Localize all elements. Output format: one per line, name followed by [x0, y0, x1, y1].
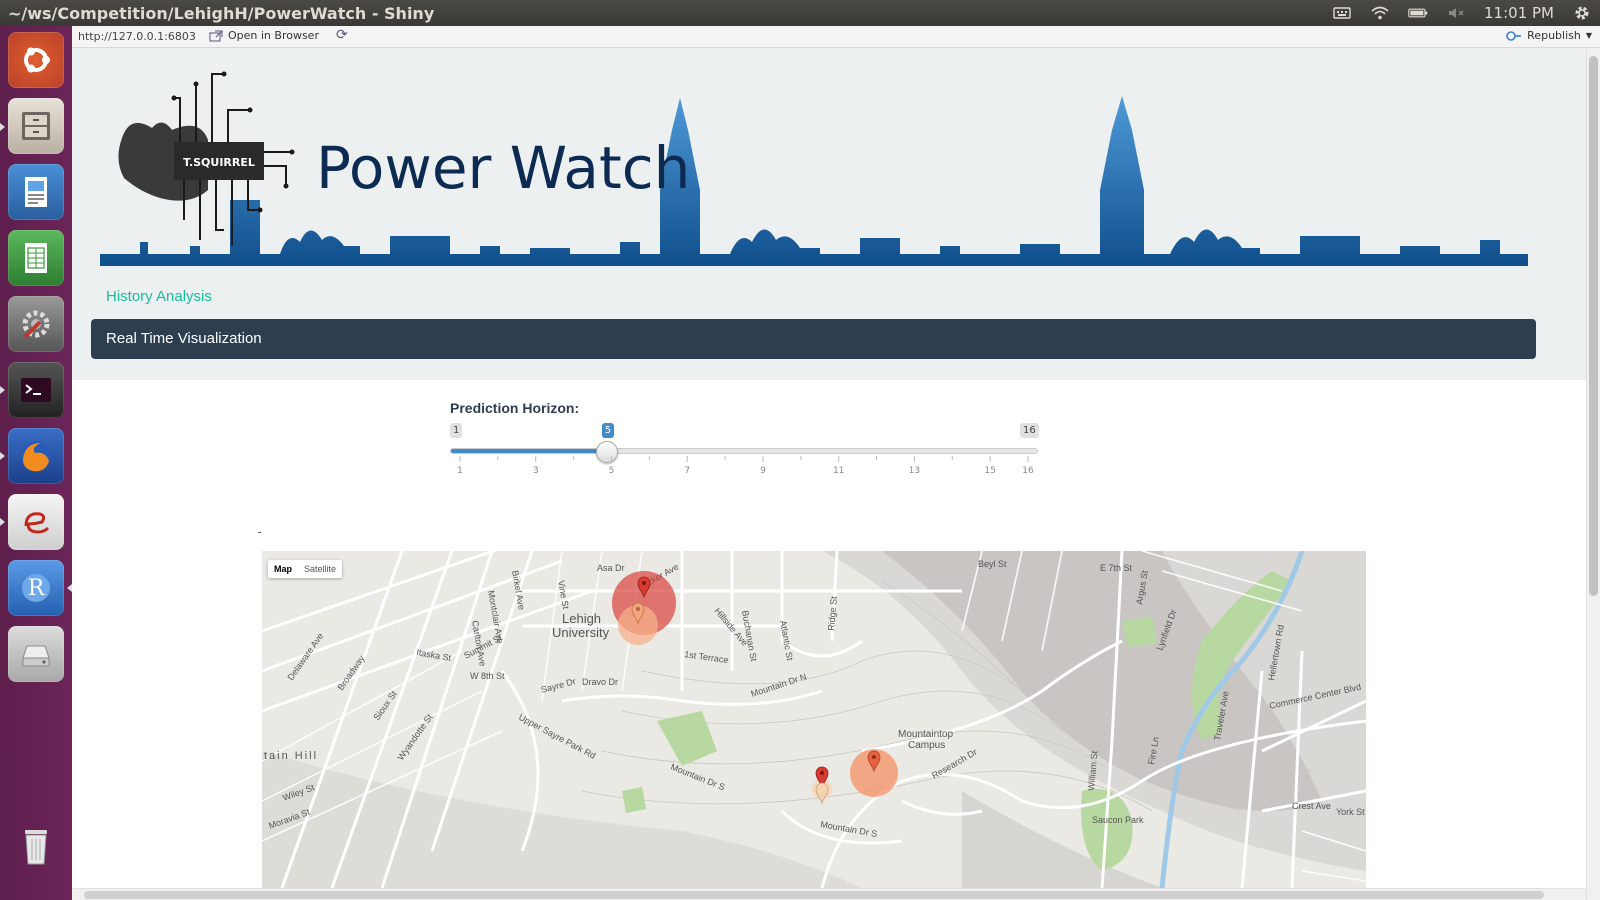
svg-text:R: R — [28, 576, 46, 601]
slider-max-badge: 16 — [1020, 423, 1039, 438]
svg-text:Lehigh: Lehigh — [562, 611, 601, 626]
system-tray: 11:01 PM — [1332, 2, 1592, 24]
svg-text:E 7th St: E 7th St — [1100, 563, 1133, 573]
slider-tick-label: 5 — [609, 466, 615, 476]
slider-tick-label: 7 — [684, 466, 690, 476]
top-panel: ~/ws/Competition/LehighH/PowerWatch - Sh… — [0, 0, 1600, 26]
logo-text: T.SQUIRREL — [183, 156, 255, 169]
svg-text:Mountaintop: Mountaintop — [898, 729, 953, 740]
gear-icon[interactable] — [1572, 5, 1592, 21]
slider-track[interactable] — [450, 448, 1038, 454]
tab-real-time-visualization[interactable]: Real Time Visualization — [106, 330, 262, 347]
running-indicator — [0, 123, 5, 131]
firefox-icon — [21, 441, 51, 472]
rstudio-launcher[interactable]: R — [8, 560, 64, 616]
map-canvas: Lehigh University Mountaintop Campus Sau… — [262, 551, 1366, 888]
prediction-horizon-slider: Prediction Horizon: 1 5 16 1 3 5 7 9 11 13 15 16 — [450, 400, 1040, 480]
terminal-launcher[interactable] — [8, 362, 64, 418]
svg-text:Asa Dr: Asa Dr — [597, 563, 625, 573]
slider-tick-label: 13 — [909, 466, 920, 476]
hard-drive-icon — [22, 645, 50, 667]
volume-icon[interactable] — [1446, 5, 1466, 21]
wrench-gear-icon — [22, 310, 50, 339]
running-indicator — [0, 518, 5, 526]
running-indicator — [0, 452, 5, 460]
map-type-satellite-button[interactable]: Satellite — [298, 560, 342, 578]
open-in-browser-label: Open in Browser — [228, 29, 319, 42]
app-page: T.SQUIRREL Power Watch History Analysis … — [72, 48, 1586, 888]
spreadsheet-icon — [25, 243, 47, 273]
tab-history-analysis[interactable]: History Analysis — [106, 288, 212, 305]
slider-tick-label: 15 — [984, 466, 995, 476]
drive-launcher[interactable] — [8, 626, 64, 682]
slider-ticks: 1 3 5 7 9 11 13 15 16 — [457, 456, 1034, 476]
svg-text:Saucon Park: Saucon Park — [1092, 815, 1144, 825]
clock[interactable]: 11:01 PM — [1484, 4, 1554, 22]
writer-launcher[interactable] — [8, 164, 64, 220]
svg-text:W 8th St: W 8th St — [470, 671, 505, 681]
slider-value-badge: 5 — [601, 423, 615, 438]
vertical-scrollbar-thumb[interactable] — [1589, 56, 1598, 596]
slider-label: Prediction Horizon: — [450, 400, 580, 416]
emacs-icon — [24, 512, 50, 534]
svg-text:tain Hill: tain Hill — [264, 750, 318, 762]
dash-button[interactable] — [8, 32, 64, 88]
republish-label: Republish — [1527, 29, 1581, 42]
map-type-map-button[interactable]: Map — [268, 560, 298, 578]
trash-icon — [25, 830, 47, 865]
slider-tick-label: 9 — [760, 466, 766, 476]
document-icon — [25, 177, 47, 207]
file-cabinet-icon — [22, 112, 50, 140]
slider-fill — [451, 449, 608, 453]
terminal-icon — [21, 378, 51, 402]
svg-text:Crest Ave: Crest Ave — [1292, 801, 1331, 811]
chevron-down-icon[interactable]: ▼ — [1586, 31, 1592, 40]
settings-launcher[interactable] — [8, 296, 64, 352]
map-view[interactable]: Lehigh University Mountaintop Campus Sau… — [262, 551, 1366, 888]
firefox-launcher[interactable] — [8, 428, 64, 484]
slider-tick-label: 16 — [1022, 466, 1034, 476]
calc-launcher[interactable] — [8, 230, 64, 286]
republish-button[interactable]: Republish ▼ — [1506, 29, 1592, 42]
publish-icon — [1506, 30, 1522, 41]
r-logo-icon: R — [22, 574, 50, 602]
slider-tick-label: 3 — [533, 466, 539, 476]
slider-tick-label: 1 — [457, 466, 463, 476]
window-title: ~/ws/Competition/LehighH/PowerWatch - Sh… — [8, 4, 435, 23]
horizontal-scrollbar-thumb[interactable] — [84, 891, 1544, 899]
viewer-toolbar: http://127.0.0.1:6803 Open in Browser ⟳ … — [72, 26, 1600, 48]
vertical-scrollbar[interactable] — [1586, 48, 1600, 900]
svg-text:Campus: Campus — [908, 740, 945, 751]
viewer-url[interactable]: http://127.0.0.1:6803 — [78, 30, 196, 43]
horizontal-scrollbar[interactable] — [72, 888, 1586, 900]
svg-text:York St: York St — [1336, 807, 1365, 817]
open-in-browser-button[interactable]: Open in Browser — [209, 29, 319, 42]
svg-text:Beyl St: Beyl St — [978, 559, 1007, 569]
squirrel-logo: T.SQUIRREL — [118, 71, 295, 246]
ubuntu-icon — [24, 47, 50, 73]
trash-launcher[interactable] — [8, 818, 64, 874]
svg-text:University: University — [552, 625, 610, 640]
launcher: R — [0, 26, 72, 900]
app-header: T.SQUIRREL Power Watch History Analysis … — [72, 48, 1586, 380]
wifi-icon[interactable] — [1370, 5, 1390, 21]
banner-skyline: T.SQUIRREL Power Watch — [100, 71, 1528, 266]
slider-min-badge: 1 — [450, 423, 463, 438]
tab-bar-active: Real Time Visualization — [91, 319, 1536, 359]
dash-mark — [258, 532, 261, 533]
map-type-control: Map Satellite — [268, 560, 343, 578]
running-indicator — [0, 386, 5, 394]
open-external-icon — [209, 30, 223, 41]
battery-icon[interactable] — [1408, 5, 1428, 21]
app-title: Power Watch — [316, 134, 690, 202]
svg-text:Dravo Dr: Dravo Dr — [582, 677, 618, 687]
refresh-icon[interactable]: ⟳ — [336, 27, 348, 43]
files-launcher[interactable] — [8, 98, 64, 154]
shiny-viewer: http://127.0.0.1:6803 Open in Browser ⟳ … — [72, 26, 1600, 900]
slider-tick-label: 11 — [833, 466, 844, 476]
emacs-launcher[interactable] — [8, 494, 64, 550]
keyboard-icon[interactable] — [1332, 5, 1352, 21]
